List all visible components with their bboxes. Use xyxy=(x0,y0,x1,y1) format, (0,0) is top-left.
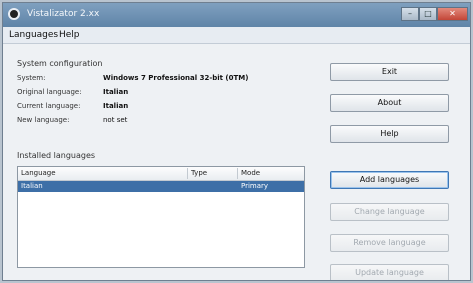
app-window: Vistalizator 2.xx – □ ✕ Languages Help S… xyxy=(2,2,471,281)
current-language-value: Italian xyxy=(103,102,129,110)
change-language-button[interactable]: Change language xyxy=(330,203,449,221)
new-language-value: not set xyxy=(103,116,128,124)
exit-button[interactable]: Exit xyxy=(330,63,449,81)
row-mode: Primary xyxy=(241,182,269,190)
original-language-value: Italian xyxy=(103,88,129,96)
table-row[interactable]: Italian Primary xyxy=(18,181,304,192)
app-icon xyxy=(8,8,20,20)
current-language-label: Current language: xyxy=(17,102,81,110)
close-button[interactable]: ✕ xyxy=(437,7,468,21)
menu-bar: Languages Help xyxy=(3,27,470,44)
installed-languages-label: Installed languages xyxy=(17,151,96,160)
add-languages-button[interactable]: Add languages xyxy=(330,171,449,189)
window-title: Vistalizator 2.xx xyxy=(27,9,100,19)
main-panel: System configuration System: Windows 7 P… xyxy=(3,44,470,280)
column-language[interactable]: Language xyxy=(18,168,188,179)
help-button[interactable]: Help xyxy=(330,125,449,143)
system-label: System: xyxy=(17,74,46,82)
menu-languages[interactable]: Languages xyxy=(9,29,58,41)
about-button[interactable]: About xyxy=(330,94,449,112)
column-mode[interactable]: Mode xyxy=(238,168,304,179)
installed-languages-list[interactable]: Language Type Mode Italian Primary xyxy=(17,166,305,268)
row-language: Italian xyxy=(21,182,43,190)
remove-language-button[interactable]: Remove language xyxy=(330,234,449,252)
maximize-button[interactable]: □ xyxy=(419,7,437,21)
new-language-label: New language: xyxy=(17,116,70,124)
title-bar[interactable]: Vistalizator 2.xx – □ ✕ xyxy=(3,3,470,27)
minimize-button[interactable]: – xyxy=(401,7,419,21)
column-type[interactable]: Type xyxy=(188,168,238,179)
update-language-button[interactable]: Update language xyxy=(330,264,449,280)
list-header: Language Type Mode xyxy=(18,167,304,181)
original-language-label: Original language: xyxy=(17,88,82,96)
menu-help[interactable]: Help xyxy=(59,29,80,41)
system-configuration-label: System configuration xyxy=(17,59,103,68)
system-value: Windows 7 Professional 32-bit (0TM) xyxy=(103,74,249,82)
